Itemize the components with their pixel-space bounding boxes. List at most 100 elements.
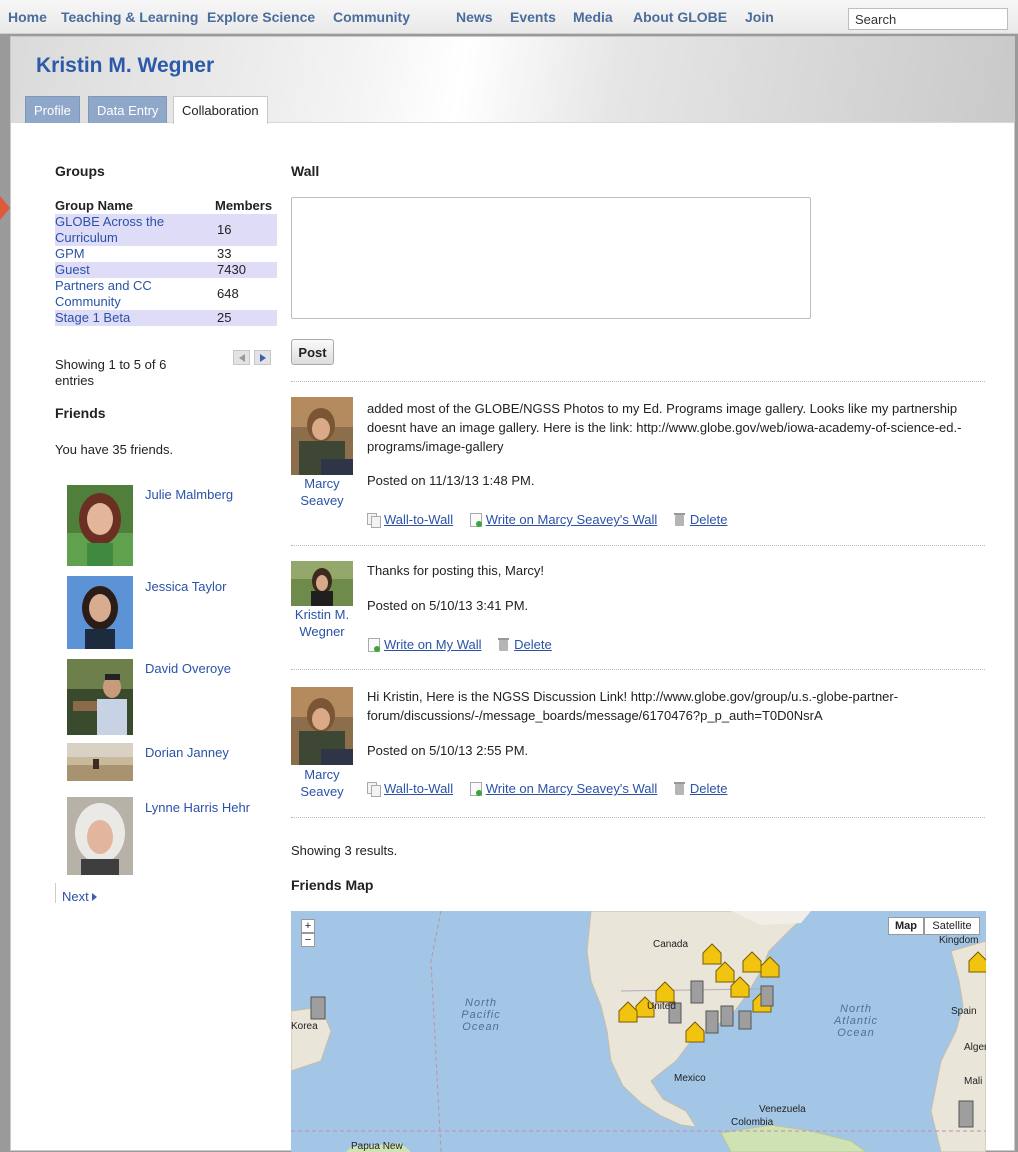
search-input[interactable] xyxy=(848,8,1008,30)
avatar[interactable] xyxy=(67,659,133,735)
nav-join[interactable]: Join xyxy=(745,9,774,25)
friend-link[interactable]: David Overoye xyxy=(145,661,231,676)
post-text: added most of the GLOBE/NGSS Photos to m… xyxy=(367,401,962,454)
groups-col-name[interactable]: Group Name xyxy=(55,198,215,214)
groups-pagination-info: Showing 1 to 5 of 6 entries xyxy=(55,357,167,388)
friend-link[interactable]: Dorian Janney xyxy=(145,745,229,760)
pages-icon xyxy=(367,782,381,798)
group-link[interactable]: Stage 1 Beta xyxy=(55,310,215,326)
write-on-wall-link[interactable]: Write on My Wall xyxy=(367,637,482,653)
map-label-papua: Papua New xyxy=(351,1141,403,1152)
trash-icon xyxy=(673,513,686,527)
write-on-wall-link[interactable]: Write on Marcy Seavey's Wall xyxy=(469,512,657,528)
next-label: Next xyxy=(62,889,89,904)
nav-news[interactable]: News xyxy=(456,9,493,25)
group-link[interactable]: Partners and CC Community xyxy=(55,278,215,310)
table-row: Stage 1 Beta 25 xyxy=(55,310,277,326)
group-link[interactable]: GPM xyxy=(55,246,215,262)
building-marker-icon[interactable] xyxy=(690,980,704,1004)
building-marker-icon[interactable] xyxy=(705,1010,719,1034)
avatar[interactable] xyxy=(291,561,353,606)
building-marker-icon[interactable] xyxy=(738,1010,752,1030)
wall-to-wall-link[interactable]: Wall-to-Wall xyxy=(367,512,453,529)
table-row: Guest 7430 xyxy=(55,262,277,278)
previous-page-button[interactable] xyxy=(233,350,250,365)
friends-map-heading: Friends Map xyxy=(291,877,374,893)
delete-link[interactable]: Delete xyxy=(497,637,552,652)
tab-profile[interactable]: Profile xyxy=(25,96,80,123)
land-south-america xyxy=(720,1124,867,1152)
trash-icon xyxy=(497,638,510,652)
groups-table: Group Name Members GLOBE Across the Curr… xyxy=(55,198,277,326)
write-on-wall-link[interactable]: Write on Marcy Seavey's Wall xyxy=(469,781,657,797)
zoom-in-button[interactable]: + xyxy=(301,919,315,933)
group-link[interactable]: GLOBE Across the Curriculum xyxy=(55,214,215,246)
map-label-spain: Spain xyxy=(951,1006,977,1017)
nav-about-globe[interactable]: About GLOBE xyxy=(633,9,727,25)
next-page-button[interactable] xyxy=(254,350,271,365)
map-label-kingdom: Kingdom xyxy=(939,935,979,946)
divider xyxy=(291,669,985,670)
avatar[interactable] xyxy=(291,397,353,475)
map-label-north-pacific: North Pacific Ocean xyxy=(461,997,501,1033)
tab-collaboration[interactable]: Collaboration xyxy=(173,96,268,124)
nav-home[interactable]: Home xyxy=(8,9,47,25)
table-row: GPM 33 xyxy=(55,246,277,262)
chevron-left-icon xyxy=(239,354,245,362)
map-type-map-button[interactable]: Map xyxy=(888,917,924,935)
group-link[interactable]: Guest xyxy=(55,262,215,278)
post-actions: Write on My Wall Delete xyxy=(367,636,564,653)
avatar[interactable] xyxy=(67,797,133,875)
post-author-link[interactable]: Kristin M. Wegner xyxy=(291,606,353,640)
map-label-korea: Korea xyxy=(291,1021,318,1032)
wall-to-wall-link[interactable]: Wall-to-Wall xyxy=(367,781,453,798)
nav-explore-science[interactable]: Explore Science xyxy=(207,9,315,25)
groups-col-members[interactable]: Members xyxy=(215,198,277,214)
delete-link[interactable]: Delete xyxy=(673,781,727,796)
profile-page: Kristin M. Wegner Profile Data Entry Col… xyxy=(10,36,1015,1152)
map-type-satellite-button[interactable]: Satellite xyxy=(924,917,980,935)
friends-heading: Friends xyxy=(55,405,106,421)
friend-link[interactable]: Lynne Harris Hehr xyxy=(145,800,250,815)
avatar[interactable] xyxy=(291,687,353,765)
top-navigation: Home Teaching & Learning Explore Science… xyxy=(0,0,1018,34)
wall-post-input[interactable] xyxy=(291,197,811,319)
map-label-alger: Alger xyxy=(964,1042,986,1053)
friends-next-link[interactable]: Next xyxy=(62,889,97,904)
arrow-marker-icon xyxy=(0,196,10,220)
building-marker-icon[interactable] xyxy=(958,1100,974,1128)
map-label-united: United xyxy=(647,1001,676,1012)
wall-results-count: Showing 3 results. xyxy=(291,843,398,858)
avatar[interactable] xyxy=(67,576,133,649)
post-author-link[interactable]: Marcy Seavey xyxy=(291,475,353,509)
friend-link[interactable]: Jessica Taylor xyxy=(145,579,226,594)
building-marker-icon[interactable] xyxy=(760,985,774,1007)
post-timestamp: Posted on 5/10/13 2:55 PM. xyxy=(367,743,529,758)
post-button[interactable]: Post xyxy=(291,339,334,365)
nav-media[interactable]: Media xyxy=(573,9,613,25)
group-members: 33 xyxy=(217,246,232,261)
date-line xyxy=(430,911,442,1152)
nav-community[interactable]: Community xyxy=(333,9,410,25)
trash-icon xyxy=(673,782,686,796)
friends-map[interactable]: + − Map Satellite Canada United Mexico V… xyxy=(291,911,986,1152)
zoom-out-button[interactable]: − xyxy=(301,933,315,947)
page-title: Kristin M. Wegner xyxy=(36,54,215,77)
nav-teaching-learning[interactable]: Teaching & Learning xyxy=(61,9,198,25)
friend-link[interactable]: Julie Malmberg xyxy=(145,487,233,502)
profile-header: Kristin M. Wegner Profile Data Entry Col… xyxy=(11,37,1014,124)
wall-heading: Wall xyxy=(291,163,320,179)
avatar[interactable] xyxy=(67,485,133,566)
nav-events[interactable]: Events xyxy=(510,9,556,25)
delete-link[interactable]: Delete xyxy=(673,512,727,527)
table-row: GLOBE Across the Curriculum 16 xyxy=(55,214,277,246)
building-marker-icon[interactable] xyxy=(720,1005,734,1027)
post-timestamp: Posted on 5/10/13 3:41 PM. xyxy=(367,598,529,613)
add-page-icon xyxy=(367,638,380,653)
tab-data-entry[interactable]: Data Entry xyxy=(88,96,168,123)
building-marker-icon[interactable] xyxy=(310,996,326,1020)
post-author-link[interactable]: Marcy Seavey xyxy=(291,766,353,800)
avatar[interactable] xyxy=(67,743,133,781)
post-actions: Wall-to-Wall Write on Marcy Seavey's Wal… xyxy=(367,511,739,529)
group-members: 7430 xyxy=(215,262,277,278)
